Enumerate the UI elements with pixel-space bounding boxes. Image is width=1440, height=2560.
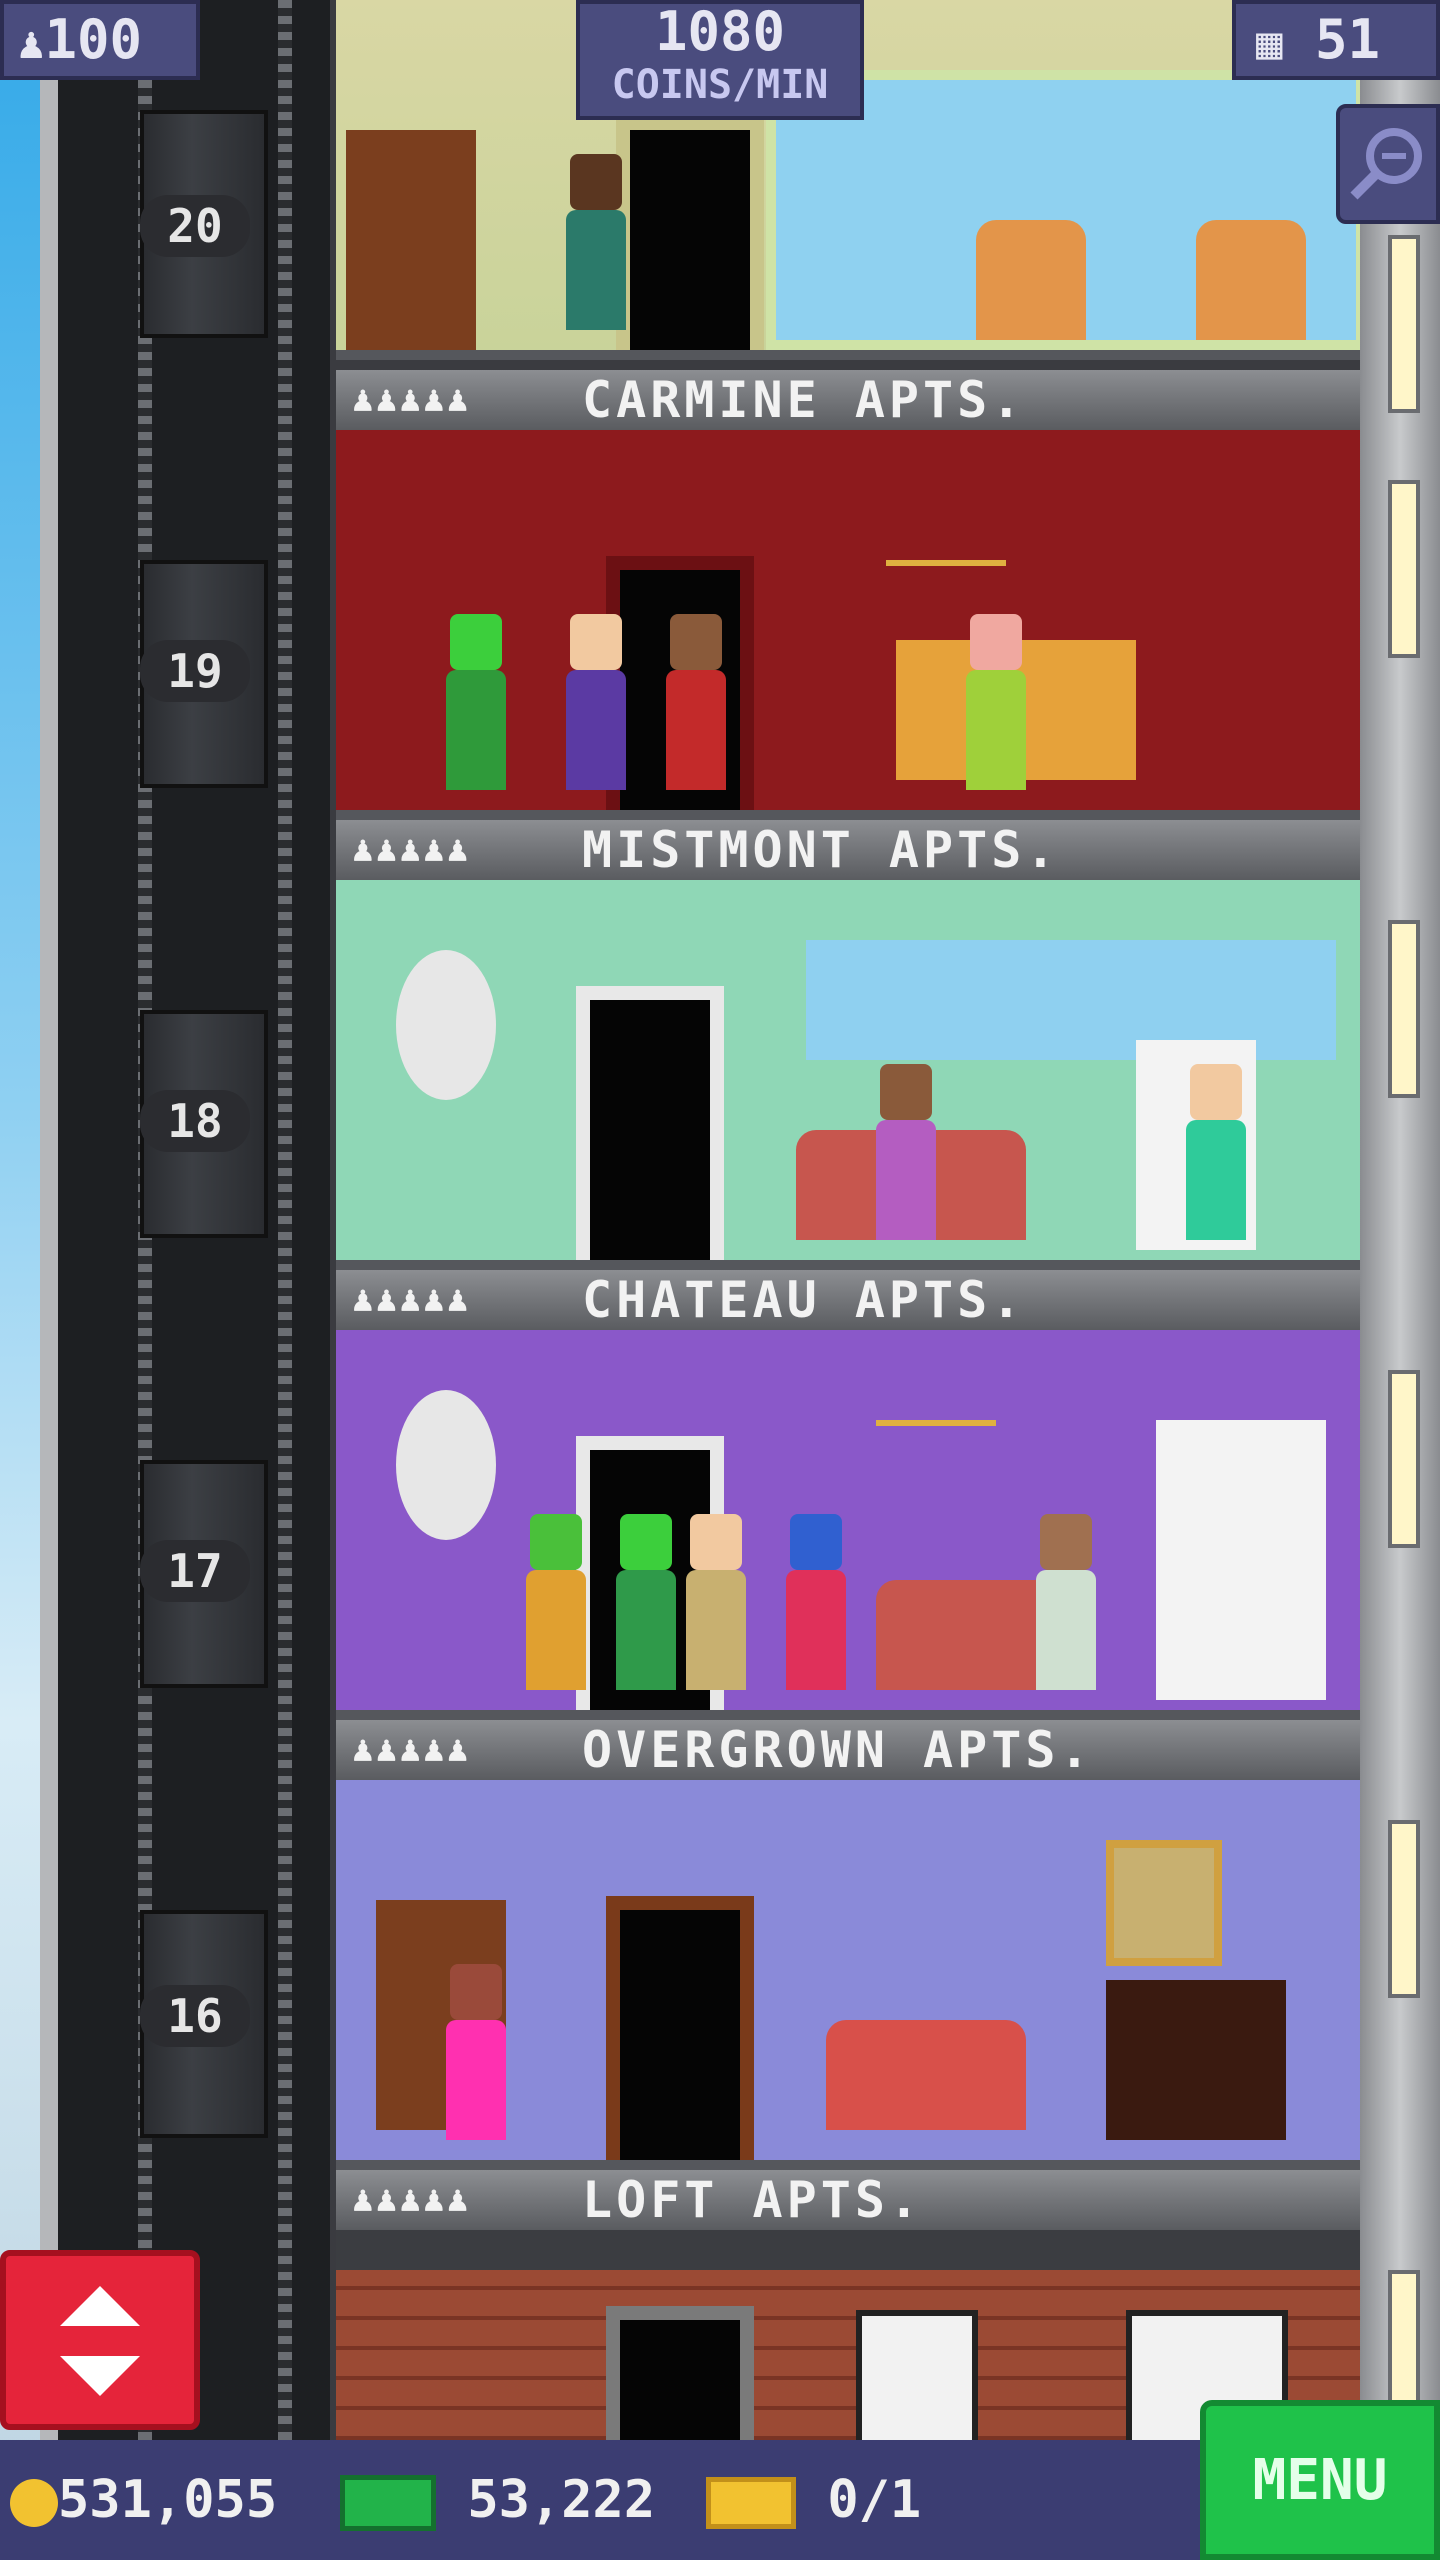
menu-button[interactable]: MENU (1200, 2400, 1440, 2560)
bitizen[interactable] (1186, 1064, 1246, 1240)
bux-icon (340, 2475, 436, 2531)
floors-counter[interactable]: ▦ 51 (1232, 0, 1440, 80)
bitizen[interactable] (786, 1514, 846, 1690)
window (856, 2310, 978, 2440)
doorway (576, 986, 724, 1260)
bitizen[interactable] (966, 614, 1026, 790)
floor-banner[interactable]: ♟♟♟♟♟ OVERGROWN APTS. (336, 1720, 1360, 1780)
residents-icon: ♟♟♟♟♟ (352, 1279, 471, 1320)
doorway (616, 116, 764, 350)
elevator-up-down-button[interactable] (0, 2250, 200, 2430)
bitizen[interactable] (446, 614, 506, 790)
floor-room[interactable] (336, 430, 1360, 820)
floor-number: 16 (140, 1985, 250, 2047)
floor-room[interactable] (336, 1780, 1360, 2170)
floor-name: MISTMONT APTS. (582, 821, 1060, 879)
building-icon: ▦ (1256, 18, 1283, 69)
exterior-window (1388, 480, 1420, 658)
floor-number: 17 (140, 1540, 250, 1602)
floor-name: OVERGROWN APTS. (582, 1721, 1094, 1779)
zoom-button[interactable] (1336, 104, 1440, 224)
exterior-window (1388, 920, 1420, 1098)
bitizen[interactable] (526, 1514, 586, 1690)
mirror (396, 950, 496, 1100)
ceiling-beam (336, 2230, 1360, 2270)
tickets-value: 0/1 (827, 2470, 922, 2530)
population-counter[interactable]: ♟100 (0, 0, 200, 80)
exterior-window (1388, 235, 1420, 413)
coins-value: 531,055 (58, 2470, 278, 2530)
floor-banner[interactable]: ♟♟♟♟♟ CARMINE APTS. (336, 370, 1360, 430)
floor-number: 20 (140, 195, 250, 257)
chandelier (876, 1360, 996, 1426)
coins-rate-value: 1080 (654, 0, 786, 63)
residents-icon: ♟♟♟♟♟ (352, 829, 471, 870)
fireplace (1106, 1980, 1286, 2140)
armchair (976, 220, 1086, 340)
bux-stat[interactable]: 53,222 (340, 2440, 655, 2560)
bitizen[interactable] (666, 614, 726, 790)
floor-room[interactable] (336, 880, 1360, 1270)
mirror (396, 1390, 496, 1540)
bitizen[interactable] (446, 1964, 506, 2140)
window (806, 940, 1336, 1060)
bitizen[interactable] (566, 614, 626, 790)
coins-rate-unit: COINS/MIN (611, 62, 829, 108)
floor-banner[interactable]: ♟♟♟♟♟ LOFT APTS. (336, 2170, 1360, 2230)
sofa (826, 2020, 1026, 2130)
coin-icon (10, 2479, 58, 2527)
floor-banner[interactable]: ♟♟♟♟♟ MISTMONT APTS. (336, 820, 1360, 880)
floors-value: 51 (1315, 8, 1381, 71)
tickets-stat[interactable]: 0/1 (706, 2440, 921, 2560)
bitizen[interactable] (566, 154, 626, 330)
magnifier-icon (1350, 128, 1422, 200)
floor-name: LOFT APTS. (582, 2171, 924, 2229)
residents-icon: ♟♟♟♟♟ (352, 1729, 471, 1770)
up-down-arrows-icon (60, 2286, 140, 2396)
painting (1106, 1840, 1222, 1966)
exterior-window (1388, 1370, 1420, 1548)
residents-icon: ♟♟♟♟♟ (352, 379, 471, 420)
cabinet (1156, 1420, 1326, 1700)
person-icon: ♟ (18, 18, 45, 69)
floor-number: 19 (140, 640, 250, 702)
bitizen[interactable] (686, 1514, 746, 1690)
floor-name: CHATEAU APTS. (582, 1271, 1026, 1329)
bitizen[interactable] (876, 1064, 936, 1240)
bookshelf (346, 130, 476, 350)
floor-room[interactable] (336, 1330, 1360, 1720)
elevator-rail (278, 0, 292, 2460)
coins-stat[interactable]: 531,055 (10, 2440, 277, 2560)
armchair (1196, 220, 1306, 340)
doorway (606, 2306, 754, 2440)
ticket-icon (706, 2477, 796, 2529)
chandelier (886, 460, 1006, 566)
floor-name: CARMINE APTS. (582, 371, 1026, 429)
residents-icon: ♟♟♟♟♟ (352, 2179, 471, 2220)
exterior-window (1388, 1820, 1420, 1998)
bitizen[interactable] (1036, 1514, 1096, 1690)
coins-rate-panel: 1080 COINS/MIN (576, 0, 864, 120)
population-value: 100 (44, 8, 143, 71)
floor-number: 18 (140, 1090, 250, 1152)
bitizen[interactable] (616, 1514, 676, 1690)
floor-banner[interactable]: ♟♟♟♟♟ CHATEAU APTS. (336, 1270, 1360, 1330)
doorway (606, 1896, 754, 2160)
bux-value: 53,222 (467, 2470, 656, 2530)
